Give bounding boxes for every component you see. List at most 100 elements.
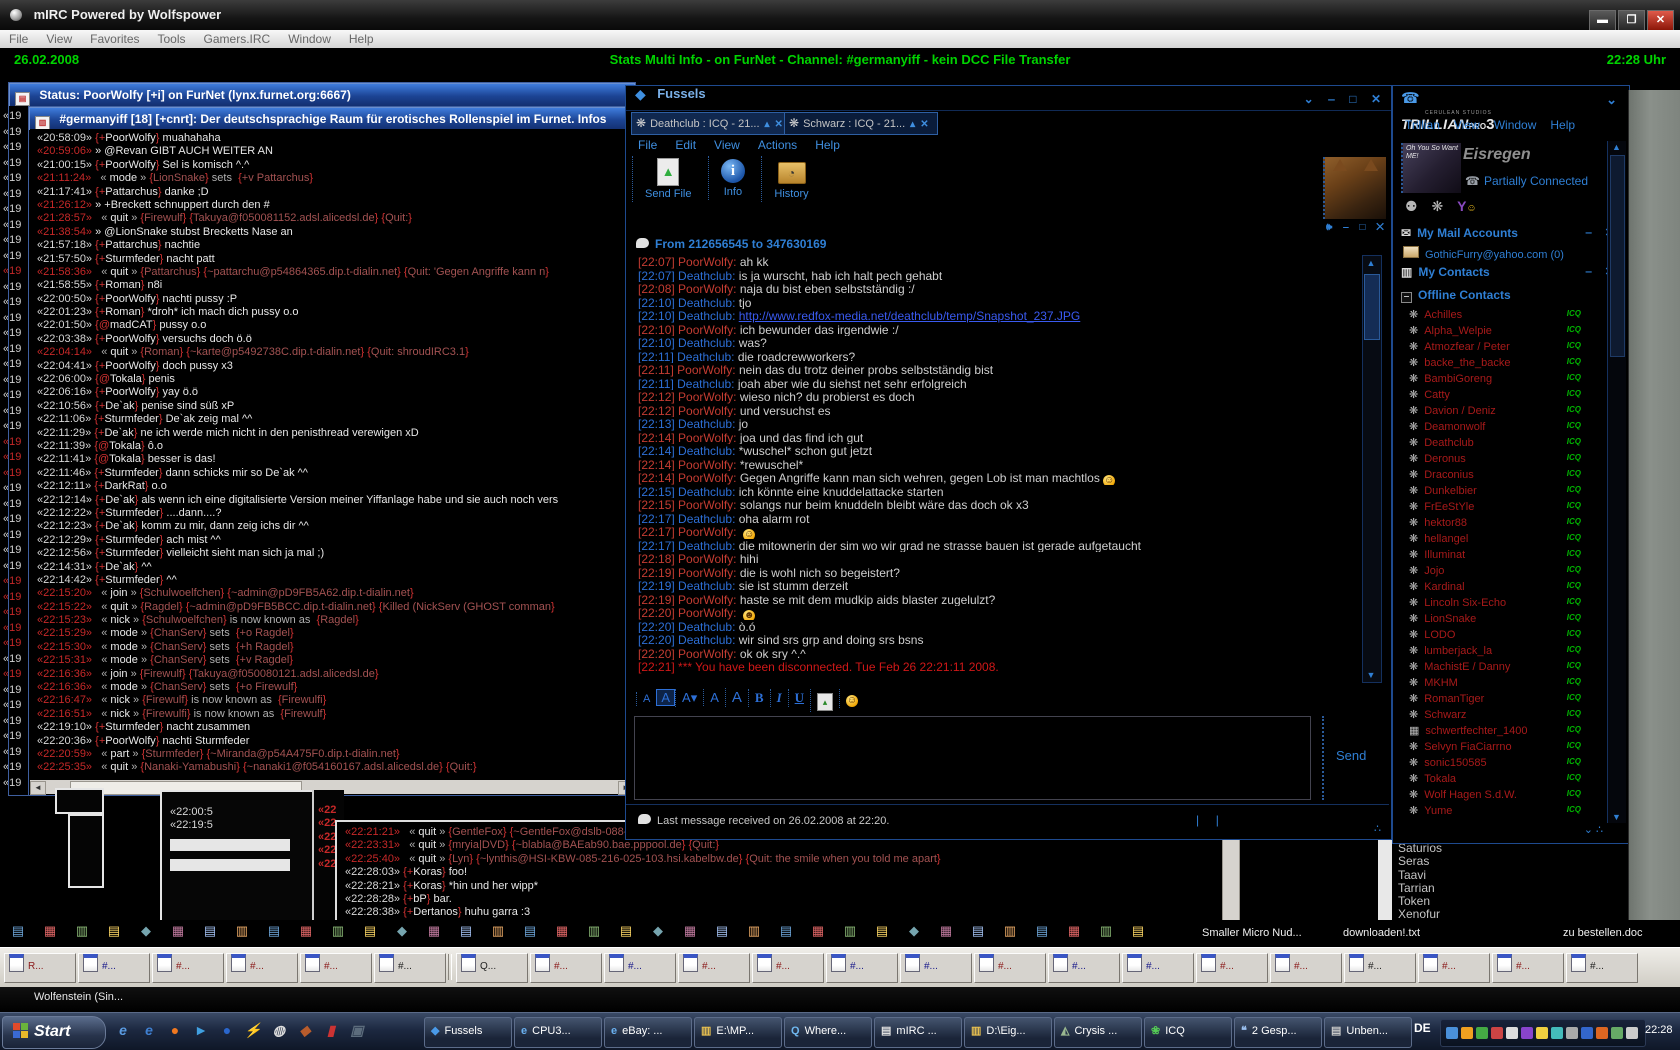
task-button-unben-[interactable]: ▤Unben...	[1324, 1017, 1412, 1048]
nicklist-item[interactable]: Token	[1398, 894, 1548, 907]
tray-icon[interactable]	[1626, 1027, 1638, 1039]
task-button-d-eig-[interactable]: ▥D:\Eig...	[964, 1017, 1052, 1048]
tab-pop-icon[interactable]: ▴	[765, 119, 770, 130]
task-button-mirc-[interactable]: ▤mIRC ...	[874, 1017, 962, 1048]
contact-row[interactable]: ❋MachistE / DannyICQ	[1393, 658, 1607, 674]
fussels-chat-window[interactable]: ◆ Fussels ⌄ ‒ □ ✕ ❋Deathclub : ICQ - 21.…	[625, 85, 1392, 840]
tab-close-icon[interactable]: ✕	[920, 119, 928, 130]
switchbar-button[interactable]: #...	[78, 953, 150, 983]
scroll-left-icon[interactable]: ◄	[30, 781, 46, 795]
desktop-icon[interactable]: ▦	[1064, 922, 1084, 940]
nicklist-item[interactable]: Seras	[1398, 854, 1548, 867]
desktop-icon[interactable]: ▤	[520, 922, 540, 940]
desktop-icon[interactable]: ▤	[1032, 922, 1052, 940]
format-button-6[interactable]: I	[770, 689, 788, 707]
desktop-icon[interactable]: ▤	[360, 922, 380, 940]
tray-icon[interactable]	[1446, 1027, 1458, 1039]
tab-schwarz[interactable]: ❋Schwarz : ICQ - 21...▴✕	[784, 112, 938, 135]
insert-emoticon-button[interactable]: ☺	[839, 689, 864, 708]
close-icon[interactable]: ✕	[1371, 92, 1381, 106]
display-icon[interactable]: ▣	[346, 1019, 368, 1041]
mail-accounts-header[interactable]: ✉My Mail Accounts ‒ ✕	[1393, 226, 1627, 242]
ie-icon[interactable]: e	[138, 1019, 160, 1041]
scrollbar-thumb[interactable]	[1610, 155, 1625, 357]
tray-icon[interactable]	[1551, 1027, 1563, 1039]
contact-row[interactable]: ❋BambiGorengICQ	[1393, 370, 1607, 386]
trillian-menu-trillian[interactable]: Trillian	[1405, 118, 1440, 132]
switchbar-button[interactable]: #...	[300, 953, 372, 983]
desktop-icon[interactable]: ▤	[616, 922, 636, 940]
switchbar-button[interactable]: #...	[604, 953, 676, 983]
message-scrollbar[interactable]: ▲ ▼	[1362, 255, 1382, 683]
contact-row[interactable]: ❋TokalaICQ	[1393, 770, 1607, 786]
switchbar-button[interactable]: #...	[900, 953, 972, 983]
collapse-group-icon[interactable]: ‒	[1401, 292, 1412, 303]
desktop-icon[interactable]: ▦	[808, 922, 828, 940]
contact-row[interactable]: ❋Lincoln Six-EchoICQ	[1393, 594, 1607, 610]
scrollbar-thumb[interactable]	[1364, 274, 1380, 340]
desktop-icon[interactable]: ▦	[296, 922, 316, 940]
desktop-icon[interactable]: ▤	[872, 922, 892, 940]
trillian-menu-view[interactable]: View	[1454, 118, 1480, 132]
desktop-file-label[interactable]: Smaller Micro Nud...	[1202, 927, 1302, 939]
tray-icon[interactable]	[1536, 1027, 1548, 1039]
scroll-up-icon[interactable]: ▲	[1363, 258, 1379, 268]
message-link[interactable]: http://www.redfox-media.net/deathclub/te…	[739, 309, 1081, 323]
menu-item-tools[interactable]: Tools	[158, 32, 186, 46]
format-button-1[interactable]: A	[656, 689, 675, 706]
contact-row[interactable]: ❋sonic150585ICQ	[1393, 754, 1607, 770]
minimize-icon[interactable]: ‒	[1328, 92, 1335, 106]
desktop-icon[interactable]: ▥	[488, 922, 508, 940]
switchbar-button[interactable]: #...	[1048, 953, 1120, 983]
desktop-file-label[interactable]: downloaden!.txt	[1343, 927, 1420, 939]
audio-icon[interactable]: ◍	[268, 1019, 290, 1041]
minimize-button[interactable]: ▬	[1589, 10, 1616, 31]
contact-row[interactable]: ❋backe_the_backeICQ	[1393, 354, 1607, 370]
session-mini-controls[interactable]: 🕪 ‒ □ ✕	[1326, 222, 1388, 233]
switchbar-button[interactable]: #...	[152, 953, 224, 983]
task-button-where-[interactable]: QWhere...	[784, 1017, 872, 1048]
nicklist-item[interactable]: Xenofur	[1398, 907, 1548, 920]
tray-icon[interactable]	[1581, 1027, 1593, 1039]
switchbar-button[interactable]: #...	[374, 953, 446, 983]
resize-grip[interactable]: ∴	[1374, 822, 1381, 835]
contact-row[interactable]: ❋Selvyn FiaCiarrnoICQ	[1393, 738, 1607, 754]
tray-icon[interactable]	[1566, 1027, 1578, 1039]
history-button[interactable]: ◔History	[761, 156, 820, 202]
contact-row[interactable]: ❋RomanTigerICQ	[1393, 690, 1607, 706]
scroll-down-icon[interactable]: ▼	[1608, 812, 1625, 822]
switchbar-button[interactable]: #...	[226, 953, 298, 983]
channel-window[interactable]: ▥ #germanyiff [18] [+cnrt]: Der deutschs…	[28, 106, 636, 796]
fussels-menu-edit[interactable]: Edit	[675, 138, 696, 152]
switchbar-button[interactable]: #...	[1344, 953, 1416, 983]
maximize-button[interactable]: ❐	[1618, 10, 1645, 31]
format-button-0[interactable]: A	[636, 692, 656, 706]
switchbar-button[interactable]: #...	[1270, 953, 1342, 983]
desktop-icon[interactable]: ▥	[328, 922, 348, 940]
insert-image-button[interactable]: ▴	[810, 689, 839, 712]
icq-message-log[interactable]: [22:07] PoorWolfy: ah kk[22:07] Deathclu…	[638, 255, 1350, 681]
desktop-icon[interactable]: ▤	[456, 922, 476, 940]
trillian-menu-help[interactable]: Help	[1550, 118, 1575, 132]
format-button-2[interactable]: A▾	[675, 689, 703, 707]
switchbar-button[interactable]: #...	[1492, 953, 1564, 983]
fussels-menu-actions[interactable]: Actions	[758, 138, 797, 152]
desktop-icon[interactable]: ◆	[904, 922, 924, 940]
tray-icon[interactable]	[1491, 1027, 1503, 1039]
channel-chat-log[interactable]: «20:58:09» {+PoorWolfy} muahahaha«20:59:…	[30, 129, 634, 779]
switchbar-button[interactable]: #...	[826, 953, 898, 983]
contact-row[interactable]: ❋DeronusICQ	[1393, 450, 1607, 466]
contact-row[interactable]: ❋JojoICQ	[1393, 562, 1607, 578]
task-button-fussels[interactable]: ◆Fussels	[424, 1017, 512, 1048]
contact-row[interactable]: ❋LODOICQ	[1393, 626, 1607, 642]
yahoo-icon[interactable]: Y☺	[1457, 198, 1477, 214]
switchbar-button[interactable]: #...	[678, 953, 750, 983]
switchbar-button[interactable]: #...	[1418, 953, 1490, 983]
collapse-icon[interactable]: ⌄	[1304, 92, 1314, 106]
fussels-menu-view[interactable]: View	[714, 138, 740, 152]
task-button-ebay-[interactable]: eeBay: ...	[604, 1017, 692, 1048]
contact-row[interactable]: ❋SchwarzICQ	[1393, 706, 1607, 722]
aim-icon[interactable]: ⚉	[1405, 198, 1418, 214]
contact-row[interactable]: ❋CattyICQ	[1393, 386, 1607, 402]
desktop-icon[interactable]: ▥	[744, 922, 764, 940]
